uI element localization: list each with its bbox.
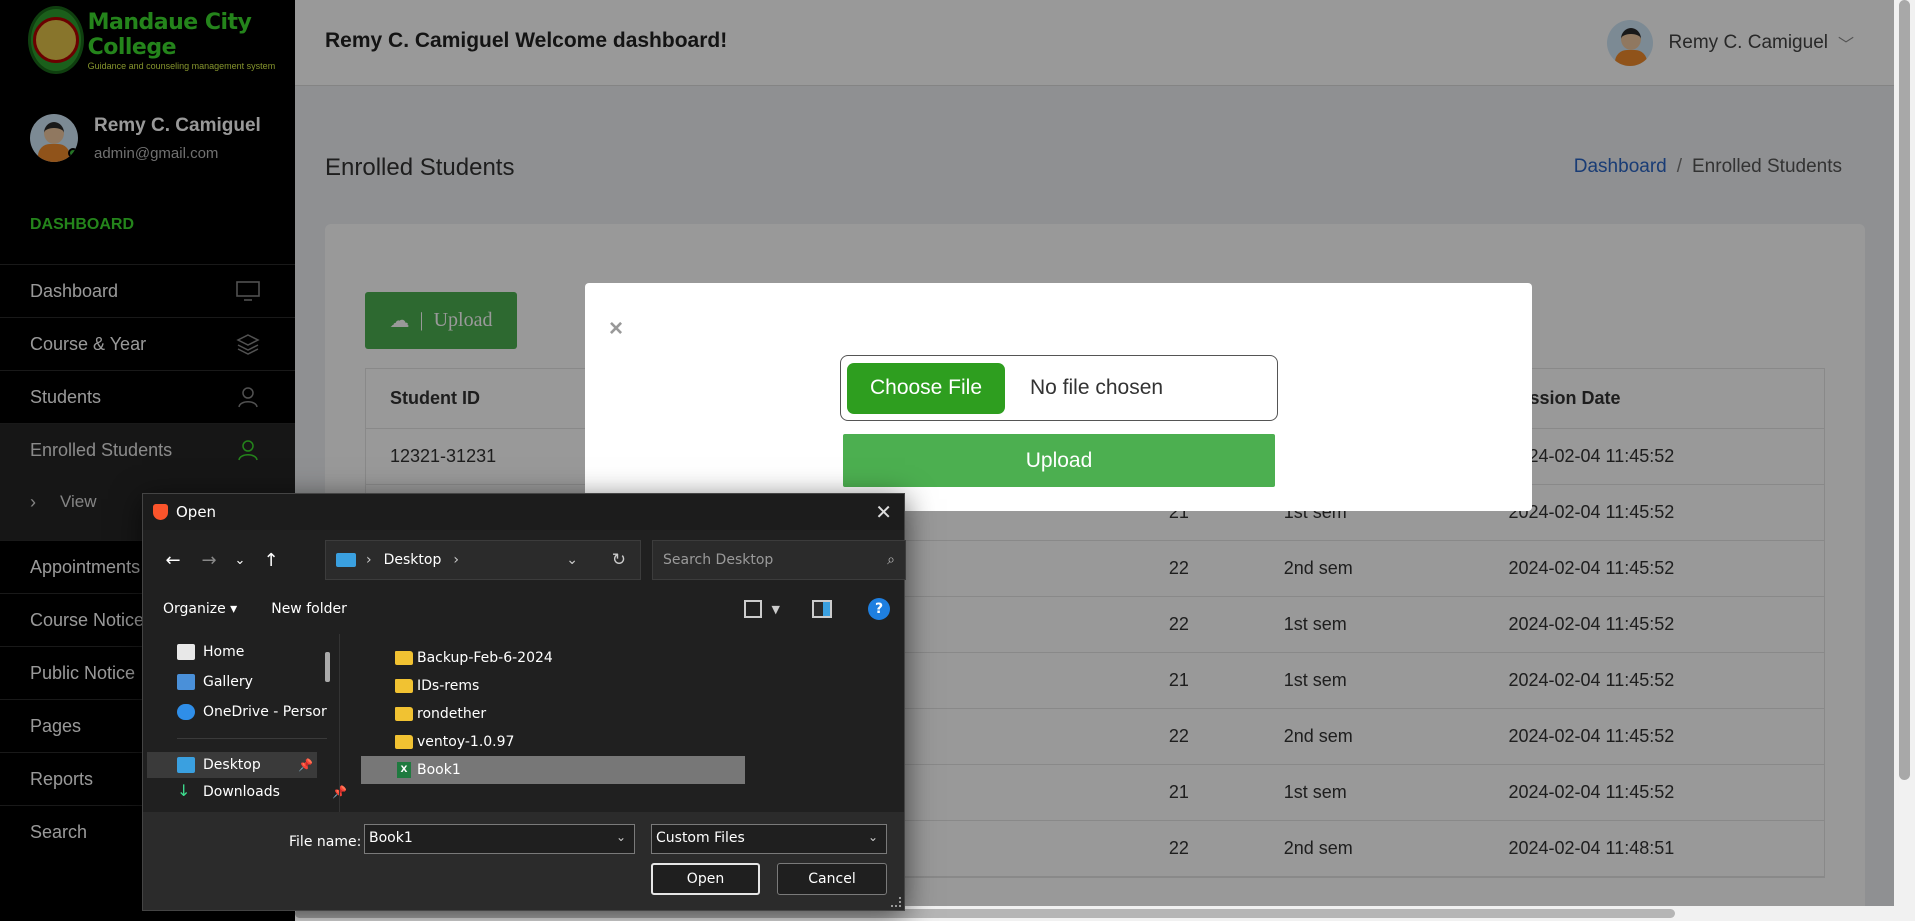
upload-modal: × Choose File No file chosen Upload: [585, 283, 1532, 511]
list-item[interactable]: Backup-Feb-6-2024: [361, 644, 745, 672]
refresh-icon[interactable]: ↻: [612, 550, 626, 570]
file-name-field[interactable]: Book1 ⌄: [364, 824, 635, 854]
excel-file-icon: X: [397, 762, 411, 778]
modal-upload-button[interactable]: Upload: [843, 434, 1275, 487]
file-type-value: Custom Files: [656, 830, 745, 846]
search-placeholder: Search Desktop: [663, 552, 774, 568]
file-name: ventoy-1.0.97: [417, 734, 515, 750]
nav-item-label: Gallery: [203, 674, 253, 690]
open-button[interactable]: Open: [651, 863, 760, 895]
close-icon[interactable]: ✕: [875, 500, 892, 524]
chevron-down-icon[interactable]: ▼: [772, 603, 780, 616]
cloud-icon: [177, 704, 195, 720]
gallery-icon: [177, 674, 195, 690]
chevron-down-icon[interactable]: ⌄: [616, 830, 626, 844]
nav-item-downloads[interactable]: ↓Downloads📌: [177, 781, 347, 801]
list-item[interactable]: IDs-rems: [361, 672, 745, 700]
dialog-body: Home Gallery OneDrive - Persor Desktop 📌 …: [143, 634, 904, 812]
view-options-icon[interactable]: [743, 600, 762, 618]
chevron-down-icon: ⌄: [867, 830, 878, 844]
file-name: IDs-rems: [417, 678, 480, 694]
file-name: Book1: [417, 762, 461, 778]
resize-grip-icon[interactable]: [891, 897, 901, 907]
dialog-nav-row: ← → ⌄ ↑ › Desktop › ⌄ ↻ Search Desktop ⌕: [155, 540, 906, 580]
folder-icon: [395, 651, 413, 665]
search-input[interactable]: Search Desktop ⌕: [652, 540, 906, 580]
file-type-select[interactable]: Custom Files ⌄: [651, 824, 887, 854]
nav-item-label: OneDrive - Persor: [203, 704, 327, 720]
vertical-scrollbar[interactable]: [1894, 0, 1915, 921]
new-folder-button[interactable]: New folder: [271, 601, 347, 617]
folder-icon: [395, 735, 413, 749]
list-item[interactable]: X Book1: [361, 756, 745, 784]
nav-item-label: Downloads: [203, 784, 280, 800]
chevron-down-icon[interactable]: ⌄: [227, 553, 253, 568]
close-icon[interactable]: ×: [609, 315, 623, 343]
nav-item-label: Desktop: [203, 757, 261, 773]
file-name-label: File name:: [289, 834, 362, 850]
file-status: No file chosen: [1030, 376, 1164, 399]
navigation-pane: Home Gallery OneDrive - Persor Desktop 📌 …: [143, 634, 347, 812]
pin-icon: 📌: [298, 758, 313, 772]
nav-item-gallery[interactable]: Gallery: [177, 674, 253, 690]
file-input[interactable]: Choose File No file chosen: [840, 355, 1278, 421]
file-open-dialog: Open ✕ ← → ⌄ ↑ › Desktop › ⌄ ↻ Search De…: [142, 493, 906, 911]
chevron-down-icon[interactable]: ⌄: [566, 552, 578, 568]
nav-item-onedrive[interactable]: OneDrive - Persor: [177, 704, 327, 720]
file-name: rondether: [417, 706, 487, 722]
cancel-button[interactable]: Cancel: [777, 863, 887, 895]
desktop-icon: [177, 757, 195, 773]
desktop-icon: [336, 553, 356, 567]
file-name-value: Book1: [369, 830, 413, 846]
choose-file-button[interactable]: Choose File: [847, 362, 1005, 414]
address-path: Desktop: [383, 552, 442, 568]
organize-label: Organize: [163, 601, 226, 617]
list-item[interactable]: rondether: [361, 700, 745, 728]
file-name: Backup-Feb-6-2024: [417, 650, 553, 666]
up-arrow-icon[interactable]: ↑: [253, 550, 289, 571]
folder-icon: [395, 707, 413, 721]
help-icon[interactable]: ?: [868, 598, 890, 620]
home-icon: [177, 644, 195, 660]
download-icon: ↓: [177, 781, 191, 800]
nav-item-home[interactable]: Home: [177, 644, 244, 660]
file-list: Backup-Feb-6-2024 IDs-rems rondether ven…: [361, 644, 745, 784]
organize-menu[interactable]: Organize ▾: [163, 601, 237, 617]
preview-pane-icon[interactable]: [812, 600, 832, 618]
nav-item-desktop[interactable]: Desktop 📌: [147, 752, 317, 778]
nav-pane-scrollbar[interactable]: [325, 652, 330, 682]
forward-arrow-icon[interactable]: →: [191, 550, 227, 571]
browser-icon: [153, 504, 168, 520]
nav-item-label: Home: [203, 644, 245, 660]
folder-icon: [395, 679, 413, 693]
dialog-title: Open: [176, 503, 217, 521]
dialog-toolbar: Organize ▾ New folder ▼ ?: [163, 594, 890, 624]
list-item[interactable]: ventoy-1.0.97: [361, 728, 745, 756]
dialog-footer: File name: Book1 ⌄ Custom Files ⌄ Open Can…: [143, 812, 904, 910]
search-icon: ⌕: [887, 552, 895, 568]
address-bar[interactable]: › Desktop › ⌄ ↻: [325, 540, 641, 580]
dialog-titlebar[interactable]: Open ✕: [143, 494, 904, 530]
back-arrow-icon[interactable]: ←: [155, 550, 191, 571]
